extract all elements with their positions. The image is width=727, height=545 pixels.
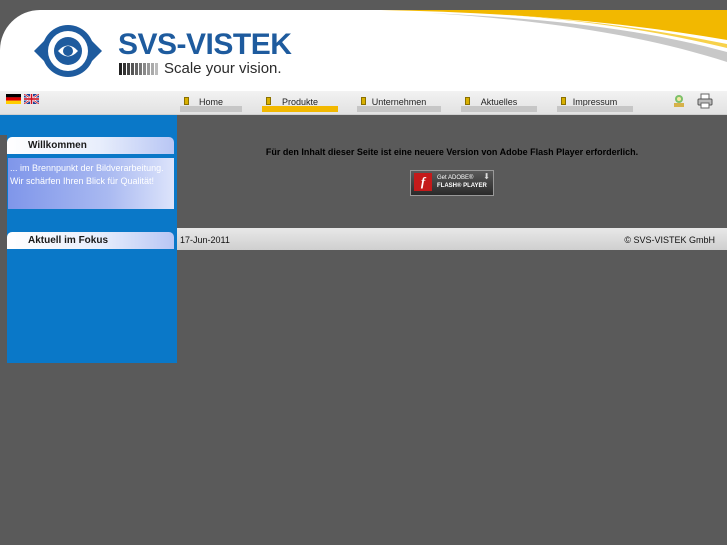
- nav-underline: [357, 106, 441, 112]
- footer: 17-Jun-2011 © SVS-VISTEK GmbH: [177, 228, 727, 250]
- header-swoosh: [380, 10, 727, 62]
- welcome-line-2: Wir schärfen Ihren Blick für Qualität!: [10, 176, 155, 186]
- flash-button-line-2: FLASH® PLAYER: [437, 183, 487, 189]
- sitemap-icon[interactable]: [671, 93, 687, 109]
- header: SVS-VISTEK Scale your vision.: [0, 0, 727, 92]
- print-icon[interactable]: [697, 93, 713, 109]
- tagline: Scale your vision.: [164, 60, 282, 77]
- german-flag-icon[interactable]: [6, 94, 21, 104]
- tagline-bars-icon: [119, 63, 158, 75]
- logo-text: SVS-VISTEK: [118, 28, 292, 61]
- nav-item-unternehmen[interactable]: Unternehmen: [357, 92, 441, 112]
- flash-required-message: Für den Inhalt dieser Seite ist eine neu…: [265, 147, 639, 157]
- welcome-title: Willkommen: [28, 140, 87, 151]
- welcome-box-body: ... im Brennpunkt der Bildverarbeitung. …: [8, 158, 174, 209]
- nav-underline: [262, 106, 338, 112]
- nav-item-produkte[interactable]: Produkte: [262, 92, 338, 112]
- nav-item-aktuelles[interactable]: Aktuelles: [461, 92, 537, 112]
- flash-logo-icon: f: [414, 173, 432, 191]
- focus-box-header: Aktuell im Fokus: [7, 232, 174, 249]
- focus-title: Aktuell im Fokus: [28, 235, 109, 246]
- welcome-line-1: ... im Brennpunkt der Bildverarbeitung.: [10, 163, 164, 173]
- nav-item-impressum[interactable]: Impressum: [557, 92, 633, 112]
- download-arrow-icon: ⬇: [483, 172, 490, 181]
- nav-underline: [557, 106, 633, 112]
- flash-button-line-1: Get ADOBE®: [437, 175, 474, 181]
- english-flag-icon[interactable]: [24, 94, 39, 104]
- nav-underline: [180, 106, 242, 112]
- nav-item-home[interactable]: Home: [180, 92, 242, 112]
- welcome-box-header: Willkommen: [7, 137, 174, 154]
- footer-date: 17-Jun-2011: [180, 235, 230, 245]
- footer-copyright: © SVS-VISTEK GmbH: [624, 235, 715, 245]
- nav-underline: [461, 106, 537, 112]
- logo-eye-icon: [34, 25, 102, 77]
- get-flash-player-button[interactable]: f Get ADOBE® FLASH® PLAYER ⬇: [410, 170, 494, 196]
